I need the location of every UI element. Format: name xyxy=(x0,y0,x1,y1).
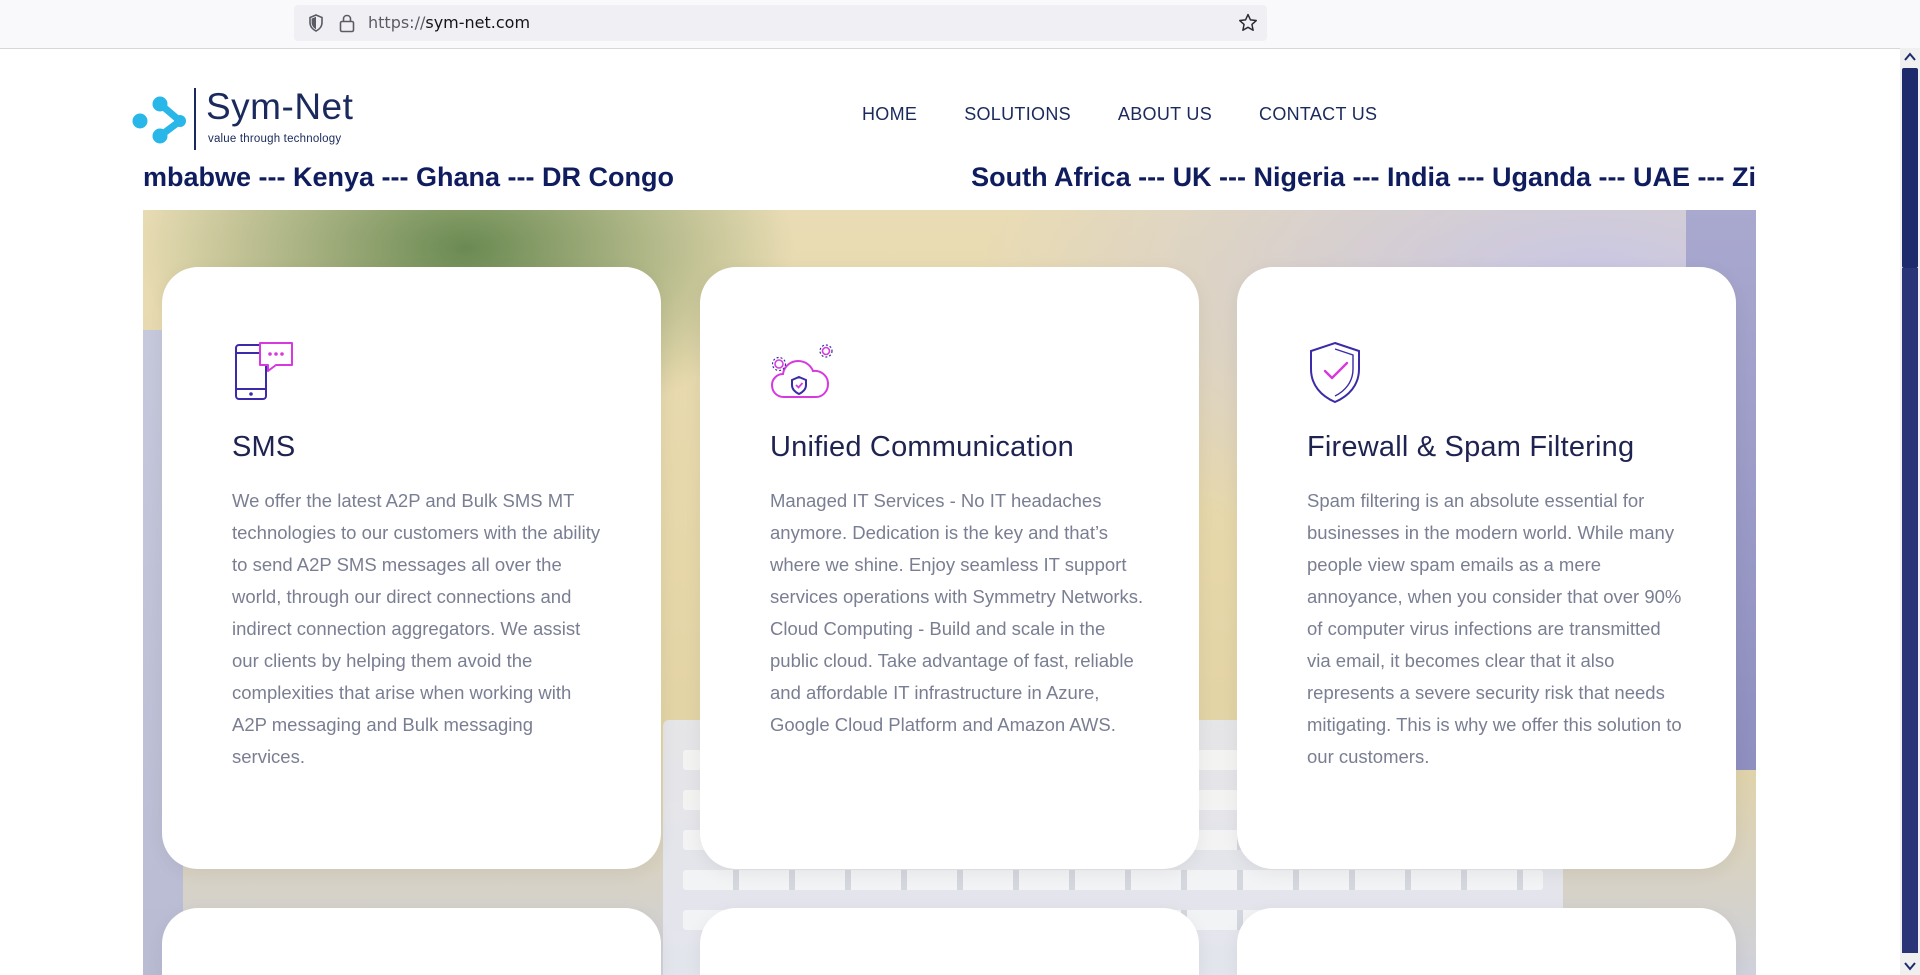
card-title: Firewall & Spam Filtering xyxy=(1307,431,1635,463)
nav-contact-us[interactable]: CONTACT US xyxy=(1259,104,1377,125)
nav-about-us[interactable]: ABOUT US xyxy=(1118,104,1212,125)
page-scrollbar[interactable] xyxy=(1900,48,1920,975)
service-card-sms[interactable]: SMS We offer the latest A2P and Bulk SMS… xyxy=(162,267,661,869)
card-title: SMS xyxy=(232,431,296,463)
nav-home[interactable]: HOME xyxy=(862,104,917,125)
service-card-unified-communication[interactable]: Unified Communication Managed IT Service… xyxy=(700,267,1199,869)
shield-check-icon xyxy=(1310,341,1360,404)
url-text[interactable]: https://sym-net.com xyxy=(368,5,530,41)
lock-icon[interactable] xyxy=(338,13,356,33)
service-card-partial[interactable] xyxy=(700,908,1199,975)
card-description: We offer the latest A2P and Bulk SMS MT … xyxy=(232,490,601,767)
brand-tagline: value through technology xyxy=(208,133,342,145)
logo-divider xyxy=(194,88,196,150)
ticker-text-left: mbabwe --- Kenya --- Ghana --- DR Congo xyxy=(143,162,674,192)
country-ticker: mbabwe --- Kenya --- Ghana --- DR Congo … xyxy=(143,162,1756,198)
scroll-up-arrow-icon[interactable] xyxy=(1903,50,1917,64)
brand-name: Sym-Net xyxy=(206,86,354,127)
scroll-down-arrow-icon[interactable] xyxy=(1903,959,1917,973)
site-logo[interactable]: Sym-Net value through technology xyxy=(132,86,362,150)
card-description: Managed IT Services - No IT headaches an… xyxy=(770,490,1144,735)
keyboard-row xyxy=(683,870,1543,890)
scrollbar-track[interactable] xyxy=(1902,268,1918,953)
service-card-firewall-spam-filtering[interactable]: Firewall & Spam Filtering Spam filtering… xyxy=(1237,267,1736,869)
url-host: sym-net.com xyxy=(425,13,531,32)
mobile-chat-icon xyxy=(235,342,293,400)
browser-toolbar: https://sym-net.com xyxy=(0,0,1920,49)
card-description: Spam filtering is an absolute essential … xyxy=(1307,490,1682,767)
service-card-partial[interactable] xyxy=(162,908,661,975)
card-title: Unified Communication xyxy=(770,431,1074,463)
tracking-protection-shield-icon[interactable] xyxy=(306,13,326,33)
url-scheme: https:// xyxy=(368,13,426,32)
sym-net-logo-icon xyxy=(132,96,186,144)
scrollbar-thumb[interactable] xyxy=(1902,68,1918,268)
main-nav: HOME SOLUTIONS ABOUT US CONTACT US xyxy=(862,104,1424,125)
service-card-partial[interactable] xyxy=(1237,908,1736,975)
ticker-text-right: South Africa --- UK --- Nigeria --- Indi… xyxy=(971,162,1756,192)
nav-solutions[interactable]: SOLUTIONS xyxy=(964,104,1071,125)
cloud-shield-icon xyxy=(770,344,833,398)
bookmark-star-icon[interactable] xyxy=(1237,12,1259,34)
address-bar[interactable]: https://sym-net.com xyxy=(294,5,1267,41)
